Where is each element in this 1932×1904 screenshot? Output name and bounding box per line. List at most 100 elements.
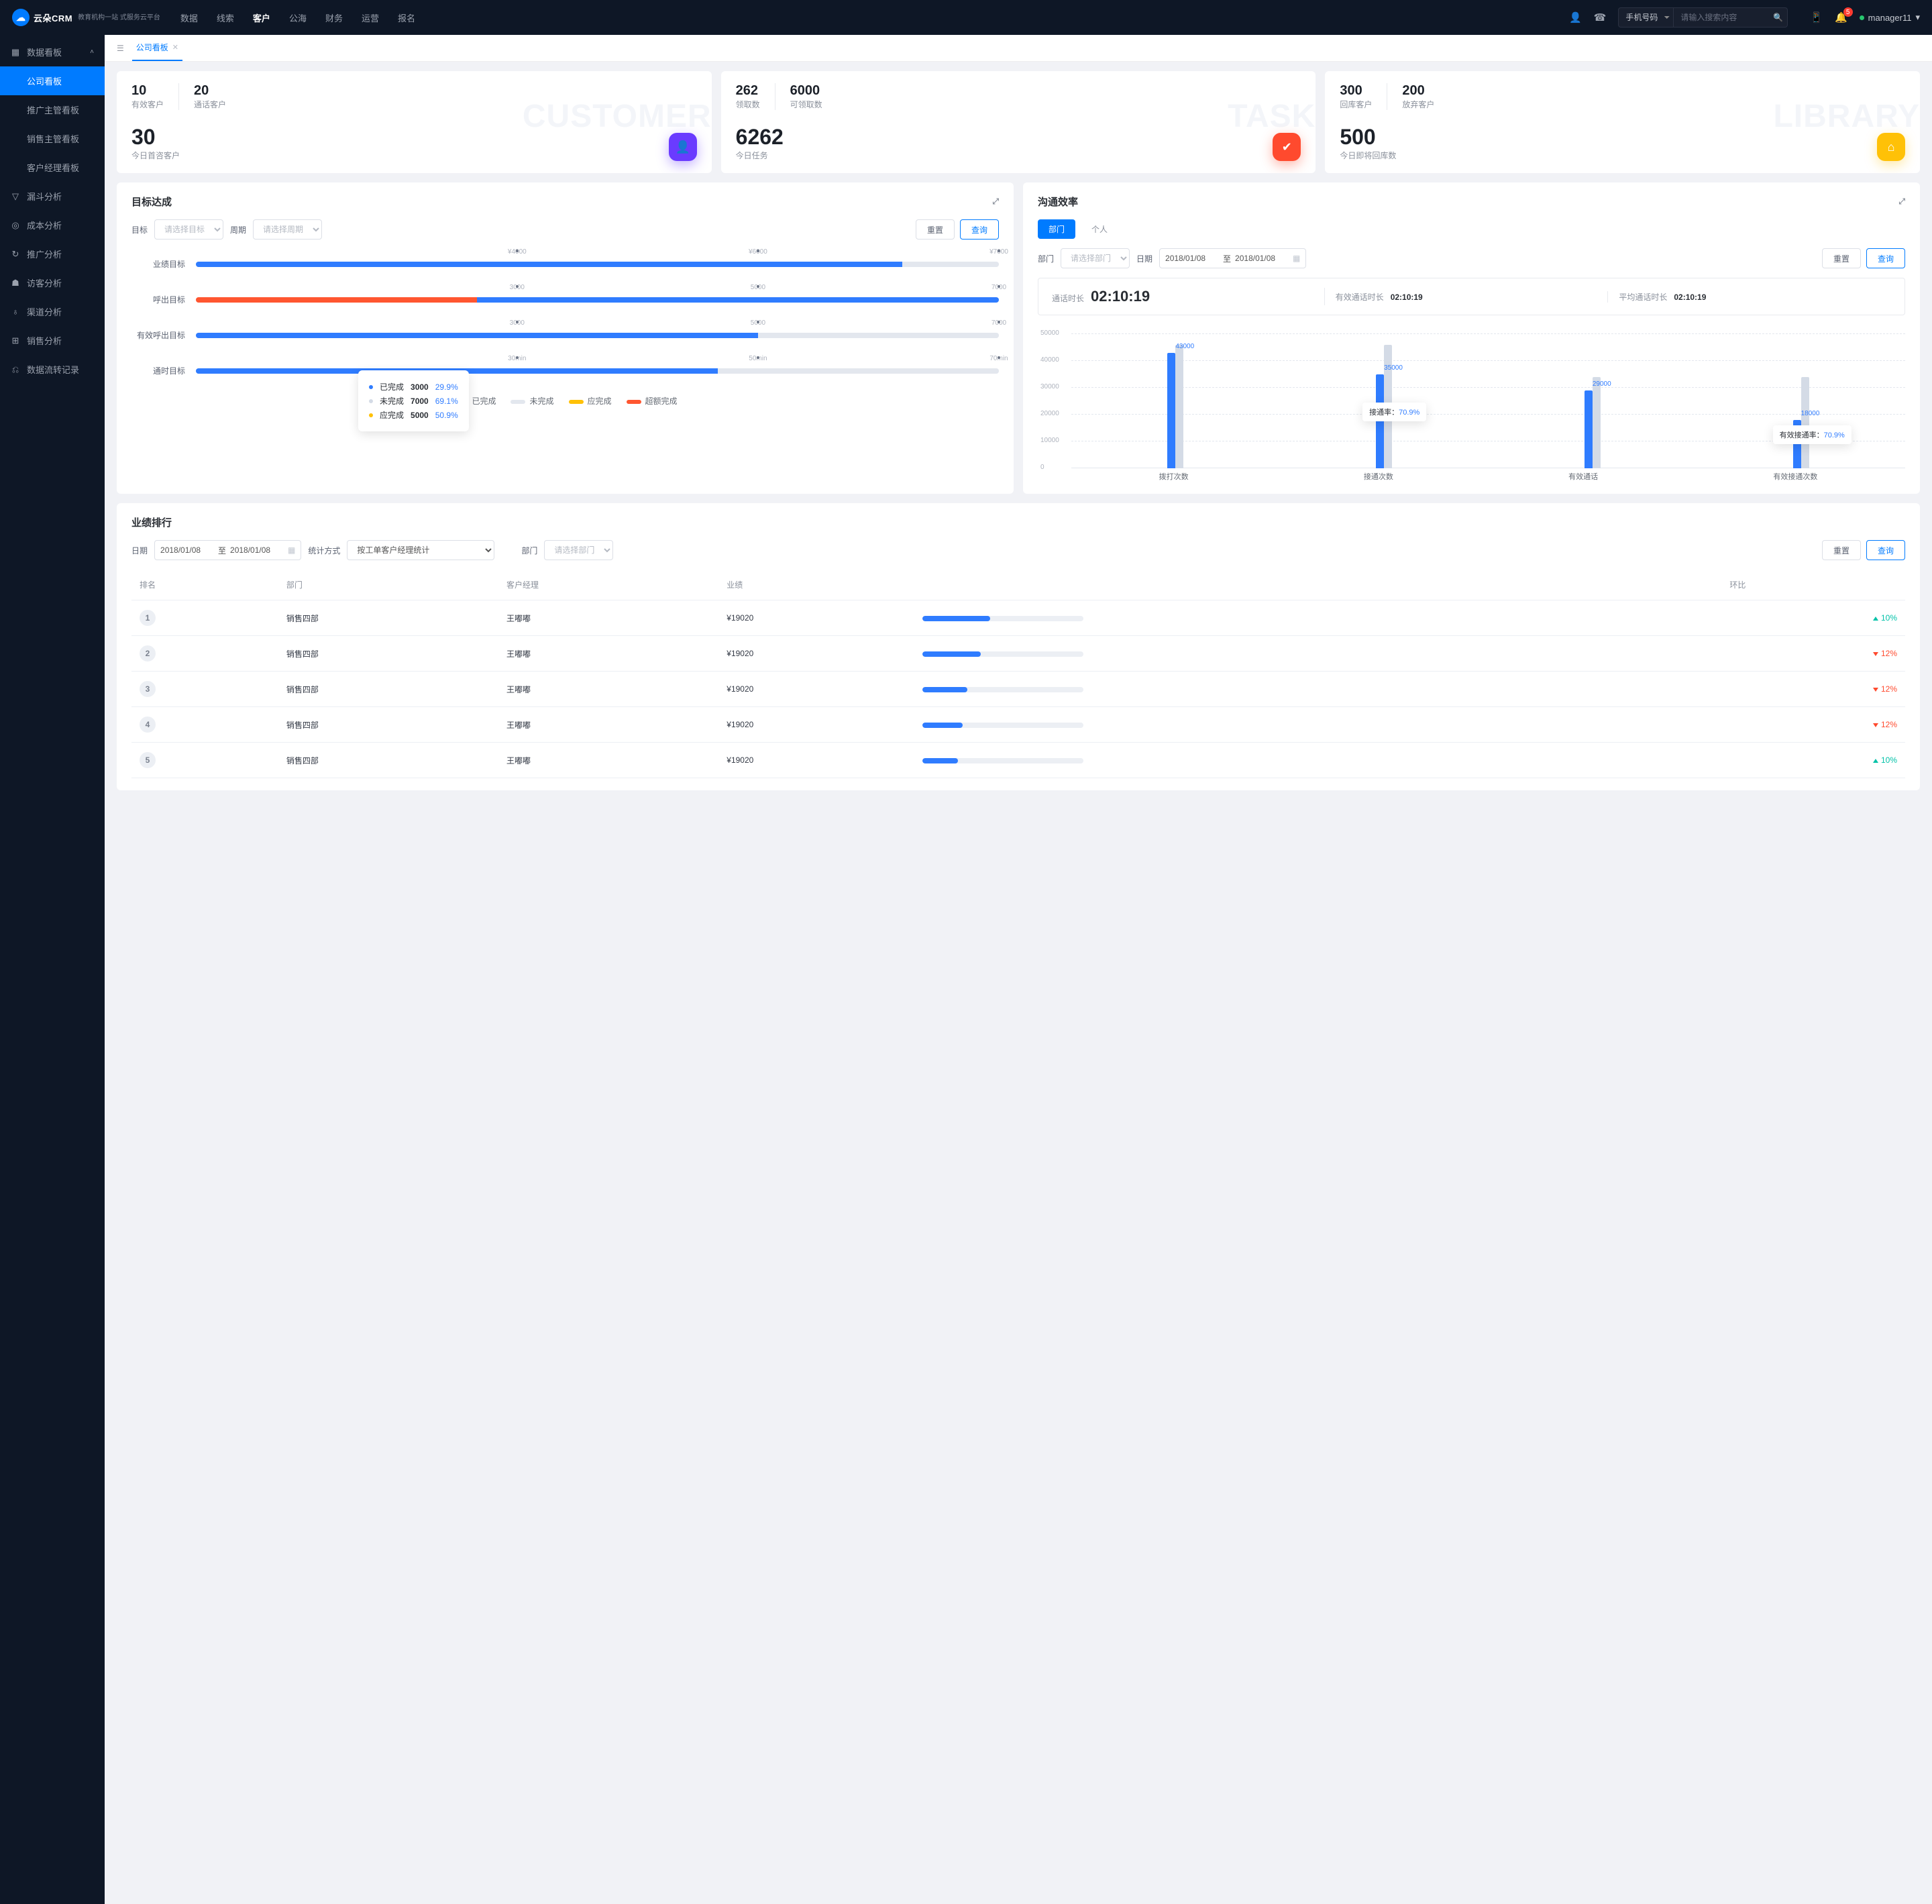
trend-down-icon bbox=[1873, 652, 1878, 656]
rank-badge: 4 bbox=[140, 717, 156, 733]
ranking-date-from[interactable] bbox=[160, 545, 214, 555]
cloud-icon: ☁ bbox=[12, 9, 30, 26]
ranking-date-range[interactable]: 至 ▦ bbox=[154, 540, 301, 560]
target-row: 有效呼出目标300050007000 bbox=[131, 329, 999, 341]
tab-dept[interactable]: 部门 bbox=[1038, 219, 1075, 239]
sidebar-item[interactable]: 客户经理看板 bbox=[0, 153, 105, 182]
targets-reset-button[interactable]: 重置 bbox=[916, 219, 955, 240]
targets-legend: 已完成 未完成 应完成 超额完成 bbox=[131, 395, 999, 407]
search-group: 手机号码 🔍 bbox=[1618, 7, 1798, 28]
nav-icon: ⎌ bbox=[11, 364, 20, 375]
progress-bar bbox=[922, 651, 1083, 657]
top-menu-item[interactable]: 客户 bbox=[253, 11, 270, 24]
rank-badge: 5 bbox=[140, 752, 156, 768]
ranking-reset-button[interactable]: 重置 bbox=[1822, 540, 1861, 560]
expand-icon[interactable]: ⤢ bbox=[1898, 197, 1905, 207]
sidebar-nav-item[interactable]: ↻推广分析 bbox=[0, 240, 105, 268]
trend-down-icon bbox=[1873, 723, 1878, 727]
top-menu: 数据 线索 客户 公海 财务 运营 报名 bbox=[180, 11, 415, 24]
nav-icon: ☗ bbox=[11, 278, 20, 288]
comm-date-to[interactable] bbox=[1235, 254, 1289, 263]
trend-up-icon bbox=[1873, 759, 1878, 763]
table-row: 3销售四部王嘟嘟¥1902012% bbox=[131, 672, 1905, 707]
chart-annotation: 接通率：70.9% bbox=[1362, 403, 1426, 421]
sidebar-item[interactable]: 推广主管看板 bbox=[0, 95, 105, 124]
status-dot bbox=[1860, 15, 1864, 20]
top-menu-item[interactable]: 线索 bbox=[217, 11, 234, 24]
top-menu-item[interactable]: 公海 bbox=[289, 11, 307, 24]
comm-date-range[interactable]: 至 ▦ bbox=[1159, 248, 1306, 268]
top-menu-item[interactable]: 数据 bbox=[180, 11, 198, 24]
sidebar-nav-item[interactable]: ⊞销售分析 bbox=[0, 326, 105, 355]
sidebar-item[interactable]: 销售主管看板 bbox=[0, 124, 105, 153]
rank-badge: 1 bbox=[140, 610, 156, 626]
sidebar-nav-item[interactable]: ◎成本分析 bbox=[0, 211, 105, 240]
check-icon: ✔ bbox=[1273, 133, 1301, 161]
ranking-date-to[interactable] bbox=[230, 545, 284, 555]
logo-subtitle: 教育机构一站 式服务云平台 bbox=[78, 14, 160, 21]
trend-up-icon bbox=[1873, 617, 1878, 621]
ranking-query-button[interactable]: 查询 bbox=[1866, 540, 1905, 560]
home-icon: ⌂ bbox=[1877, 133, 1905, 161]
ranking-title: 业绩排行 bbox=[131, 515, 172, 529]
sidebar-item[interactable]: 公司看板 bbox=[0, 66, 105, 95]
targets-query-button[interactable]: 查询 bbox=[960, 219, 999, 240]
logo[interactable]: ☁ 云朵CRM 教育机构一站 式服务云平台 bbox=[12, 9, 160, 26]
delta-value: 10% bbox=[1873, 755, 1897, 765]
trend-down-icon bbox=[1873, 688, 1878, 692]
summary-card: TASK262领取数6000可领取数6262今日任务✔ bbox=[721, 71, 1316, 173]
sidebar-nav-item[interactable]: ⎌数据流转记录 bbox=[0, 355, 105, 384]
mobile-icon[interactable]: 📱 bbox=[1810, 11, 1823, 23]
nav-icon: ⊞ bbox=[11, 335, 20, 346]
period-select[interactable]: 请选择周期 bbox=[253, 219, 322, 240]
tab-person[interactable]: 个人 bbox=[1081, 219, 1118, 239]
top-menu-item[interactable]: 报名 bbox=[398, 11, 415, 24]
user-menu[interactable]: manager11 ▾ bbox=[1860, 12, 1920, 23]
sidebar-nav-item[interactable]: ☗访客分析 bbox=[0, 268, 105, 297]
comm-bar-chart: 010000200003000040000500004300035000接通率：… bbox=[1038, 327, 1905, 482]
bell-icon[interactable]: 🔔5 bbox=[1835, 11, 1847, 23]
expand-icon[interactable]: ⤢ bbox=[992, 197, 999, 207]
delta-value: 10% bbox=[1873, 613, 1897, 623]
search-input[interactable] bbox=[1674, 7, 1788, 28]
sidebar-group-data[interactable]: ▦ 数据看板 ˄ bbox=[0, 38, 105, 66]
target-row: 业绩目标¥4000¥6000¥7000 bbox=[131, 258, 999, 270]
top-right: 👤 ☎ 手机号码 🔍 📱 🔔5 manager11 ▾ bbox=[1569, 7, 1920, 28]
sidebar-nav-item[interactable]: ♁渠道分析 bbox=[0, 297, 105, 326]
tab-bar: ☰ 公司看板 ✕ bbox=[105, 35, 1932, 62]
table-row: 1销售四部王嘟嘟¥1902010% bbox=[131, 600, 1905, 636]
sidebar: ▦ 数据看板 ˄ 公司看板推广主管看板销售主管看板客户经理看板 ▽漏斗分析◎成本… bbox=[0, 35, 105, 1904]
nav-icon: ◎ bbox=[11, 220, 20, 231]
stats-band: 通话时长02:10:19有效通话时长02:10:19平均通话时长02:10:19 bbox=[1038, 278, 1905, 315]
top-menu-item[interactable]: 财务 bbox=[325, 11, 343, 24]
comm-query-button[interactable]: 查询 bbox=[1866, 248, 1905, 268]
delta-value: 12% bbox=[1873, 649, 1897, 658]
logo-text: 云朵CRM bbox=[34, 11, 72, 24]
sidebar-nav-item[interactable]: ▽漏斗分析 bbox=[0, 182, 105, 211]
comm-title: 沟通效率 bbox=[1038, 195, 1078, 209]
person-icon[interactable]: 👤 bbox=[1569, 11, 1582, 23]
nav-icon: ♁ bbox=[11, 307, 20, 317]
progress-bar bbox=[922, 723, 1083, 728]
comm-reset-button[interactable]: 重置 bbox=[1822, 248, 1861, 268]
comm-date-from[interactable] bbox=[1165, 254, 1219, 263]
notif-badge: 5 bbox=[1843, 7, 1853, 17]
close-icon[interactable]: ✕ bbox=[172, 43, 178, 52]
phone-icon[interactable]: ☎ bbox=[1594, 11, 1607, 23]
tab-company-board[interactable]: 公司看板 ✕ bbox=[132, 35, 182, 61]
progress-bar bbox=[922, 687, 1083, 692]
ranking-dept-select[interactable]: 请选择部门 bbox=[544, 540, 613, 560]
delta-value: 12% bbox=[1873, 684, 1897, 694]
delta-value: 12% bbox=[1873, 720, 1897, 729]
top-menu-item[interactable]: 运营 bbox=[362, 11, 379, 24]
menu-toggle-icon[interactable]: ☰ bbox=[117, 44, 124, 53]
target-row: 通时目标30min50min70min bbox=[131, 365, 999, 376]
comm-dept-select[interactable]: 请选择部门 bbox=[1061, 248, 1130, 268]
ranking-method-select[interactable]: 按工单客户经理统计 bbox=[347, 540, 494, 560]
search-mode-select[interactable]: 手机号码 bbox=[1618, 7, 1674, 28]
target-select[interactable]: 请选择目标 bbox=[154, 219, 223, 240]
target-row: 呼出目标300050007000 bbox=[131, 294, 999, 305]
comm-card: 沟通效率 ⤢ 部门 个人 部门 请选择部门 日期 至 bbox=[1023, 182, 1920, 494]
chevron-up-icon: ˄ bbox=[90, 48, 94, 56]
chevron-down-icon: ▾ bbox=[1915, 12, 1920, 23]
